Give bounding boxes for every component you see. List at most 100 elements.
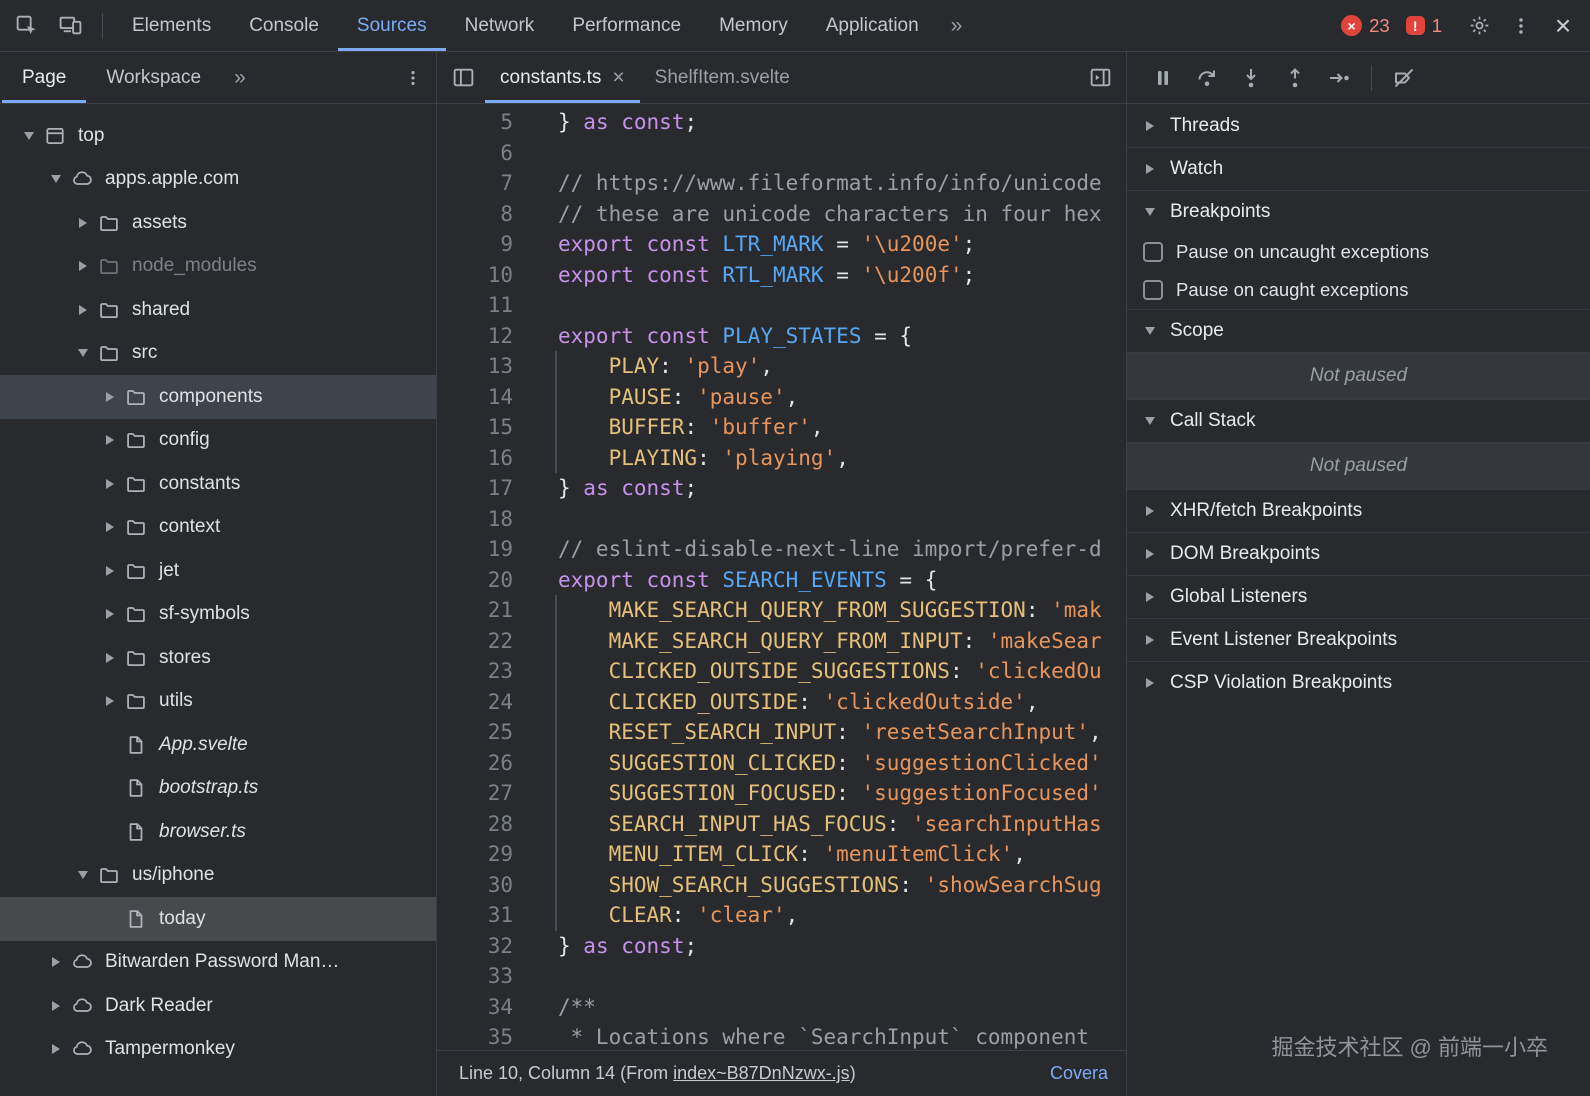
line-number[interactable]: 11 bbox=[437, 290, 513, 321]
line-number[interactable]: 15 bbox=[437, 412, 513, 443]
panel-tab-performance[interactable]: Performance bbox=[553, 0, 700, 51]
line-number[interactable]: 34 bbox=[437, 992, 513, 1023]
disclosure-closed-icon[interactable] bbox=[97, 419, 122, 463]
gear-icon[interactable] bbox=[1458, 0, 1500, 51]
code-line[interactable]: 8// these are unicode characters in four… bbox=[437, 199, 1126, 230]
code-line[interactable]: 26 SUGGESTION_CLICKED: 'suggestionClicke… bbox=[437, 748, 1126, 779]
tree-item-us-iphone[interactable]: us/iphone bbox=[0, 854, 436, 898]
line-number[interactable]: 32 bbox=[437, 931, 513, 962]
line-number[interactable]: 10 bbox=[437, 260, 513, 291]
line-number[interactable]: 25 bbox=[437, 717, 513, 748]
line-number[interactable]: 16 bbox=[437, 443, 513, 474]
toggle-debugger-sidebar-icon[interactable] bbox=[1078, 52, 1122, 103]
disclosure-closed-icon[interactable] bbox=[97, 593, 122, 637]
pause-icon[interactable] bbox=[1141, 58, 1185, 98]
tree-item-browser-ts[interactable]: browser.ts bbox=[0, 810, 436, 854]
deactivate-breakpoints-icon[interactable] bbox=[1382, 58, 1426, 98]
line-number[interactable]: 7 bbox=[437, 168, 513, 199]
code-line[interactable]: 5} as const; bbox=[437, 107, 1126, 138]
section-xhr-fetch-breakpoints[interactable]: XHR/fetch Breakpoints bbox=[1127, 489, 1590, 532]
tree-item-app-svelte[interactable]: App.svelte bbox=[0, 723, 436, 767]
line-number[interactable]: 5 bbox=[437, 107, 513, 138]
disclosure-open-icon[interactable] bbox=[43, 158, 68, 202]
disclosure-closed-icon[interactable] bbox=[1137, 148, 1162, 190]
tree-item-context[interactable]: context bbox=[0, 506, 436, 550]
disclosure-closed-icon[interactable] bbox=[1137, 533, 1162, 575]
code-line[interactable]: 6 bbox=[437, 138, 1126, 169]
tree-item-bitwarden-password-man[interactable]: Bitwarden Password Man… bbox=[0, 941, 436, 985]
section-watch[interactable]: Watch bbox=[1127, 147, 1590, 190]
tree-item-apps-apple-com[interactable]: apps.apple.com bbox=[0, 158, 436, 202]
tree-item-config[interactable]: config bbox=[0, 419, 436, 463]
line-number[interactable]: 31 bbox=[437, 900, 513, 931]
disclosure-closed-icon[interactable] bbox=[70, 245, 95, 289]
section-breakpoints[interactable]: Breakpoints bbox=[1127, 190, 1590, 233]
tree-item-node-modules[interactable]: node_modules bbox=[0, 245, 436, 289]
code-line[interactable]: 15 BUFFER: 'buffer', bbox=[437, 412, 1126, 443]
panel-tab-console[interactable]: Console bbox=[230, 0, 338, 51]
section-call-stack[interactable]: Call Stack bbox=[1127, 399, 1590, 442]
line-number[interactable]: 20 bbox=[437, 565, 513, 596]
line-number[interactable]: 27 bbox=[437, 778, 513, 809]
panel-tab-application[interactable]: Application bbox=[807, 0, 938, 51]
code-line[interactable]: 7// https://www.fileformat.info/info/uni… bbox=[437, 168, 1126, 199]
tree-item-stores[interactable]: stores bbox=[0, 636, 436, 680]
line-number[interactable]: 24 bbox=[437, 687, 513, 718]
code-line[interactable]: 25 RESET_SEARCH_INPUT: 'resetSearchInput… bbox=[437, 717, 1126, 748]
disclosure-closed-icon[interactable] bbox=[43, 984, 68, 1028]
disclosure-closed-icon[interactable] bbox=[97, 462, 122, 506]
code-line[interactable]: 23 CLICKED_OUTSIDE_SUGGESTIONS: 'clicked… bbox=[437, 656, 1126, 687]
code-line[interactable]: 28 SEARCH_INPUT_HAS_FOCUS: 'searchInputH… bbox=[437, 809, 1126, 840]
code-line[interactable]: 30 SHOW_SEARCH_SUGGESTIONS: 'showSearchS… bbox=[437, 870, 1126, 901]
step-out-icon[interactable] bbox=[1273, 58, 1317, 98]
disclosure-closed-icon[interactable] bbox=[43, 1028, 68, 1072]
line-number[interactable]: 12 bbox=[437, 321, 513, 352]
tree-item-today[interactable]: today bbox=[0, 897, 436, 941]
code-editor[interactable]: 5} as const;67// https://www.fileformat.… bbox=[437, 104, 1126, 1050]
tree-item-constants[interactable]: constants bbox=[0, 462, 436, 506]
more-panels-chevron-icon[interactable]: » bbox=[938, 0, 976, 51]
step-icon[interactable] bbox=[1317, 58, 1361, 98]
checkbox[interactable] bbox=[1143, 242, 1163, 262]
tree-item-top[interactable]: top bbox=[0, 114, 436, 158]
code-line[interactable]: 19// eslint-disable-next-line import/pre… bbox=[437, 534, 1126, 565]
code-line[interactable]: 24 CLICKED_OUTSIDE: 'clickedOutside', bbox=[437, 687, 1126, 718]
close-icon[interactable]: × bbox=[1542, 0, 1584, 51]
code-line[interactable]: 22 MAKE_SEARCH_QUERY_FROM_INPUT: 'makeSe… bbox=[437, 626, 1126, 657]
disclosure-closed-icon[interactable] bbox=[1137, 104, 1162, 147]
code-line[interactable]: 29 MENU_ITEM_CLICK: 'menuItemClick', bbox=[437, 839, 1126, 870]
tree-item-bootstrap-ts[interactable]: bootstrap.ts bbox=[0, 767, 436, 811]
checkbox-row-pause-on-uncaught-exceptions[interactable]: Pause on uncaught exceptions bbox=[1127, 233, 1590, 271]
disclosure-open-icon[interactable] bbox=[70, 854, 95, 898]
disclosure-open-icon[interactable] bbox=[16, 114, 41, 158]
disclosure-closed-icon[interactable] bbox=[1137, 662, 1162, 704]
line-number[interactable]: 23 bbox=[437, 656, 513, 687]
section-event-listener-breakpoints[interactable]: Event Listener Breakpoints bbox=[1127, 618, 1590, 661]
kebab-menu-icon[interactable] bbox=[1500, 0, 1542, 51]
editor-tab-shelfitem-svelte[interactable]: ShelfItem.svelte bbox=[640, 52, 805, 103]
code-line[interactable]: 31 CLEAR: 'clear', bbox=[437, 900, 1126, 931]
close-tab-icon[interactable]: × bbox=[612, 67, 624, 88]
tab-workspace[interactable]: Workspace bbox=[86, 52, 221, 103]
disclosure-closed-icon[interactable] bbox=[1137, 576, 1162, 618]
disclosure-open-icon[interactable] bbox=[70, 332, 95, 376]
line-number[interactable]: 19 bbox=[437, 534, 513, 565]
code-line[interactable]: 32} as const; bbox=[437, 931, 1126, 962]
code-line[interactable]: 17} as const; bbox=[437, 473, 1126, 504]
line-number[interactable]: 33 bbox=[437, 961, 513, 992]
code-line[interactable]: 16 PLAYING: 'playing', bbox=[437, 443, 1126, 474]
code-line[interactable]: 21 MAKE_SEARCH_QUERY_FROM_SUGGESTION: 'm… bbox=[437, 595, 1126, 626]
code-line[interactable]: 18 bbox=[437, 504, 1126, 535]
tree-item-components[interactable]: components bbox=[0, 375, 436, 419]
panel-tab-memory[interactable]: Memory bbox=[700, 0, 807, 51]
panel-tab-sources[interactable]: Sources bbox=[338, 0, 446, 51]
code-line[interactable]: 12export const PLAY_STATES = { bbox=[437, 321, 1126, 352]
step-over-icon[interactable] bbox=[1185, 58, 1229, 98]
panel-tab-network[interactable]: Network bbox=[446, 0, 554, 51]
section-global-listeners[interactable]: Global Listeners bbox=[1127, 575, 1590, 618]
tree-item-shared[interactable]: shared bbox=[0, 288, 436, 332]
line-number[interactable]: 14 bbox=[437, 382, 513, 413]
code-line[interactable]: 35 * Locations where `SearchInput` compo… bbox=[437, 1022, 1126, 1050]
tree-item-jet[interactable]: jet bbox=[0, 549, 436, 593]
tree-item-dark-reader[interactable]: Dark Reader bbox=[0, 984, 436, 1028]
